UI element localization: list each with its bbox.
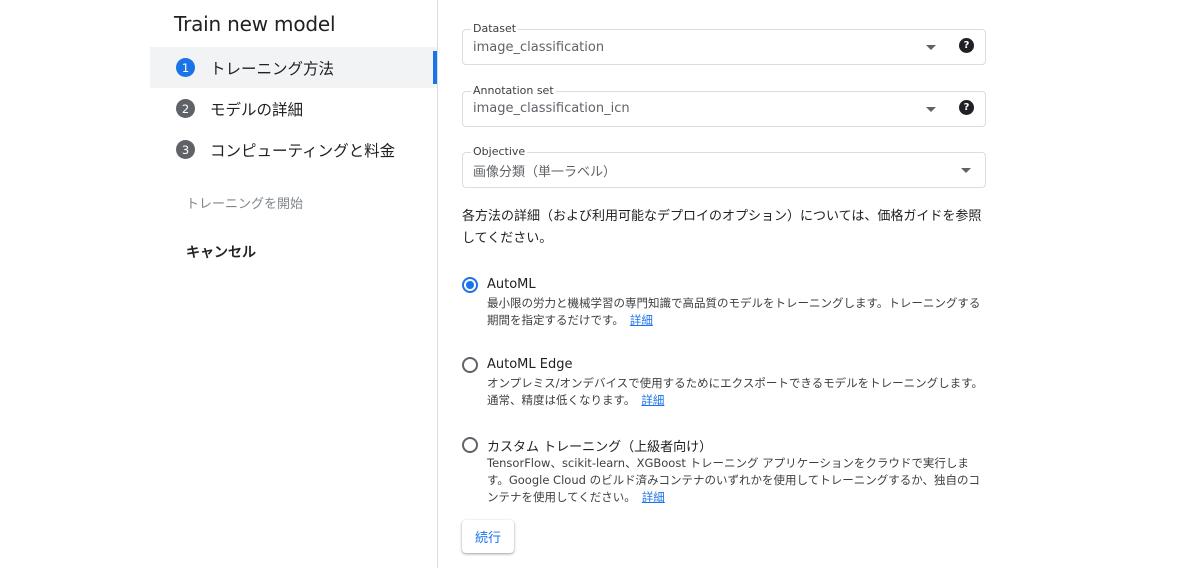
- annotation-set-label: Annotation set: [471, 84, 556, 97]
- step-label: トレーニング方法: [210, 59, 335, 78]
- custom-training-title: カスタム トレーニング（上級者向け）: [487, 440, 713, 455]
- step-label: コンピューティングと料金: [210, 141, 396, 160]
- dataset-value: image_classification: [473, 40, 605, 55]
- step-label: モデルの詳細: [210, 100, 304, 119]
- step-number-2: 2: [176, 99, 195, 118]
- automl-details-link[interactable]: 詳細: [630, 313, 653, 327]
- continue-button[interactable]: 続行: [462, 520, 514, 553]
- step-training-method[interactable]: 1 トレーニング方法: [150, 47, 437, 88]
- chevron-down-icon[interactable]: [926, 107, 936, 112]
- annotation-set-select[interactable]: Annotation set image_classification_icn …: [462, 84, 986, 127]
- automl-edge-details-link[interactable]: 詳細: [641, 393, 664, 407]
- objective-value: 画像分類（単一ラベル）: [473, 165, 617, 180]
- help-icon[interactable]: ?: [959, 100, 974, 115]
- chevron-down-icon[interactable]: [961, 168, 971, 173]
- option-description-text: オンプレミス/オンデバイスで使用するためにエクスポートできるモデルをトレーニング…: [487, 376, 983, 407]
- left-panel: Train new model 1 トレーニング方法 2 モデルの詳細 3 コン…: [0, 0, 438, 568]
- annotation-set-value: image_classification_icn: [473, 101, 630, 116]
- option-description-text: TensorFlow、scikit-learn、XGBoost トレーニング ア…: [487, 456, 980, 504]
- automl-edge-description: オンプレミス/オンデバイスで使用するためにエクスポートできるモデルをトレーニング…: [487, 375, 987, 409]
- panel-title: Train new model: [174, 12, 336, 36]
- objective-label: Objective: [471, 145, 528, 158]
- cancel-button[interactable]: キャンセル: [186, 242, 256, 262]
- chevron-down-icon[interactable]: [926, 45, 936, 50]
- automl-radio[interactable]: [462, 277, 478, 293]
- dataset-select[interactable]: Dataset image_classification ?: [462, 22, 986, 65]
- automl-description: 最小限の労力と機械学習の専門知識で高品質のモデルをトレーニングします。トレーニン…: [487, 295, 987, 329]
- custom-training-radio[interactable]: [462, 437, 478, 453]
- automl-edge-title: AutoML Edge: [487, 357, 573, 372]
- method-description: 各方法の詳細（および利用可能なデプロイのオプション）については、価格ガイドを参照…: [462, 209, 982, 246]
- custom-training-description: TensorFlow、scikit-learn、XGBoost トレーニング ア…: [487, 455, 987, 506]
- step-compute-pricing[interactable]: 3 コンピューティングと料金: [150, 129, 437, 170]
- objective-select[interactable]: Objective 画像分類（単一ラベル）: [462, 145, 986, 188]
- automl-title: AutoML: [487, 277, 536, 292]
- start-training-button[interactable]: トレーニングを開始: [186, 193, 303, 212]
- custom-training-details-link[interactable]: 詳細: [642, 490, 665, 504]
- step-number-1: 1: [176, 58, 195, 77]
- automl-edge-radio[interactable]: [462, 357, 478, 373]
- step-number-3: 3: [176, 140, 195, 159]
- step-model-details[interactable]: 2 モデルの詳細: [150, 88, 437, 129]
- help-icon[interactable]: ?: [959, 38, 974, 53]
- option-description-text: 最小限の労力と機械学習の専門知識で高品質のモデルをトレーニングします。トレーニン…: [487, 296, 981, 327]
- dataset-label: Dataset: [471, 22, 519, 35]
